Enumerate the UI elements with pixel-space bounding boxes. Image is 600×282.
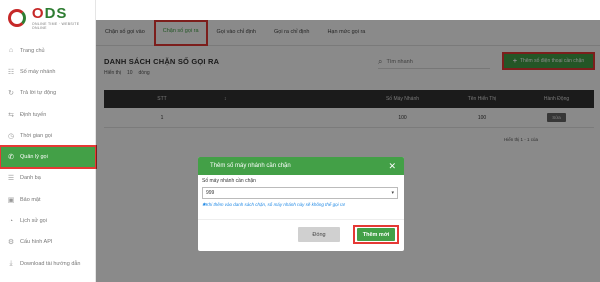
- auto-reply-icon: ↻: [8, 90, 14, 98]
- logo-mark-icon: [6, 8, 28, 28]
- ods-logo[interactable]: ODS ONLINE TIME · WEBSITE ONLINE: [6, 4, 90, 32]
- route-icon: ⇆: [8, 111, 14, 119]
- sidebar-item-call-time[interactable]: ◷ Thời gian gọi: [0, 125, 96, 146]
- sidebar-item-download-guide[interactable]: ⤓ Download tài hướng dẫn: [0, 253, 96, 274]
- add-blocked-extension-modal: Thêm số máy nhánh cần chặn ✕ Số máy nhán…: [198, 157, 404, 251]
- home-icon: ⌂: [8, 47, 14, 55]
- phone-icon: ✆: [8, 154, 14, 162]
- modal-title: Thêm số máy nhánh cần chặn: [210, 163, 291, 169]
- sidebar-item-security[interactable]: ▣ Bảo mật: [0, 189, 96, 210]
- close-button[interactable]: Đóng: [298, 227, 340, 242]
- contacts-icon: ☰: [7, 175, 15, 183]
- sidebar-item-contacts[interactable]: ☰ Danh bạ: [0, 168, 96, 189]
- logo-tagline: ONLINE TIME · WEBSITE ONLINE: [31, 22, 80, 30]
- sidebar-item-home[interactable]: ⌂ Trang chủ: [0, 40, 96, 61]
- sidebar-nav: ⌂ Trang chủ ☷ Số máy nhánh ↻ Trả lời tự độn…: [0, 40, 97, 274]
- modal-header: Thêm số máy nhánh cần chặn ✕: [198, 157, 404, 175]
- warning-note: ✱Khi thêm vào danh sách chặn, số máy nhá…: [202, 202, 346, 207]
- extension-field-label: Số máy nhánh cần chặn: [202, 178, 256, 184]
- extension-select[interactable]: 999 ▾: [202, 187, 398, 199]
- add-new-button-highlight: Thêm mới: [353, 225, 399, 244]
- extension-select-value: 999: [206, 190, 215, 196]
- top-bar: [96, 0, 600, 20]
- clock-icon: ◷: [7, 132, 15, 140]
- api-icon: ⚙: [7, 239, 15, 247]
- sidebar-item-api-config[interactable]: ⚙ Cấu hình API: [0, 232, 96, 253]
- sidebar: ODS ONLINE TIME · WEBSITE ONLINE ⌂ Trang …: [0, 0, 97, 282]
- close-icon[interactable]: ✕: [388, 161, 396, 171]
- logo-word: ODS: [31, 5, 68, 22]
- sidebar-item-call-history[interactable]: ◔ Lịch sử gọi: [0, 210, 96, 231]
- download-icon: ⤓: [9, 259, 13, 267]
- lock-icon: ▣: [7, 196, 15, 204]
- sidebar-item-routing[interactable]: ⇆ Định tuyến: [0, 104, 96, 125]
- extension-icon: ☷: [7, 68, 15, 76]
- history-icon: ◔: [8, 217, 14, 225]
- add-new-button[interactable]: Thêm mới: [357, 228, 395, 241]
- sidebar-item-auto-reply[interactable]: ↻ Trả lời tự động: [0, 83, 96, 104]
- sidebar-item-call-management[interactable]: ✆ Quản lý gọi: [0, 145, 97, 169]
- chevron-down-icon: ▾: [391, 190, 394, 196]
- sidebar-item-extensions[interactable]: ☷ Số máy nhánh: [0, 61, 96, 82]
- modal-footer-divider: [198, 219, 404, 220]
